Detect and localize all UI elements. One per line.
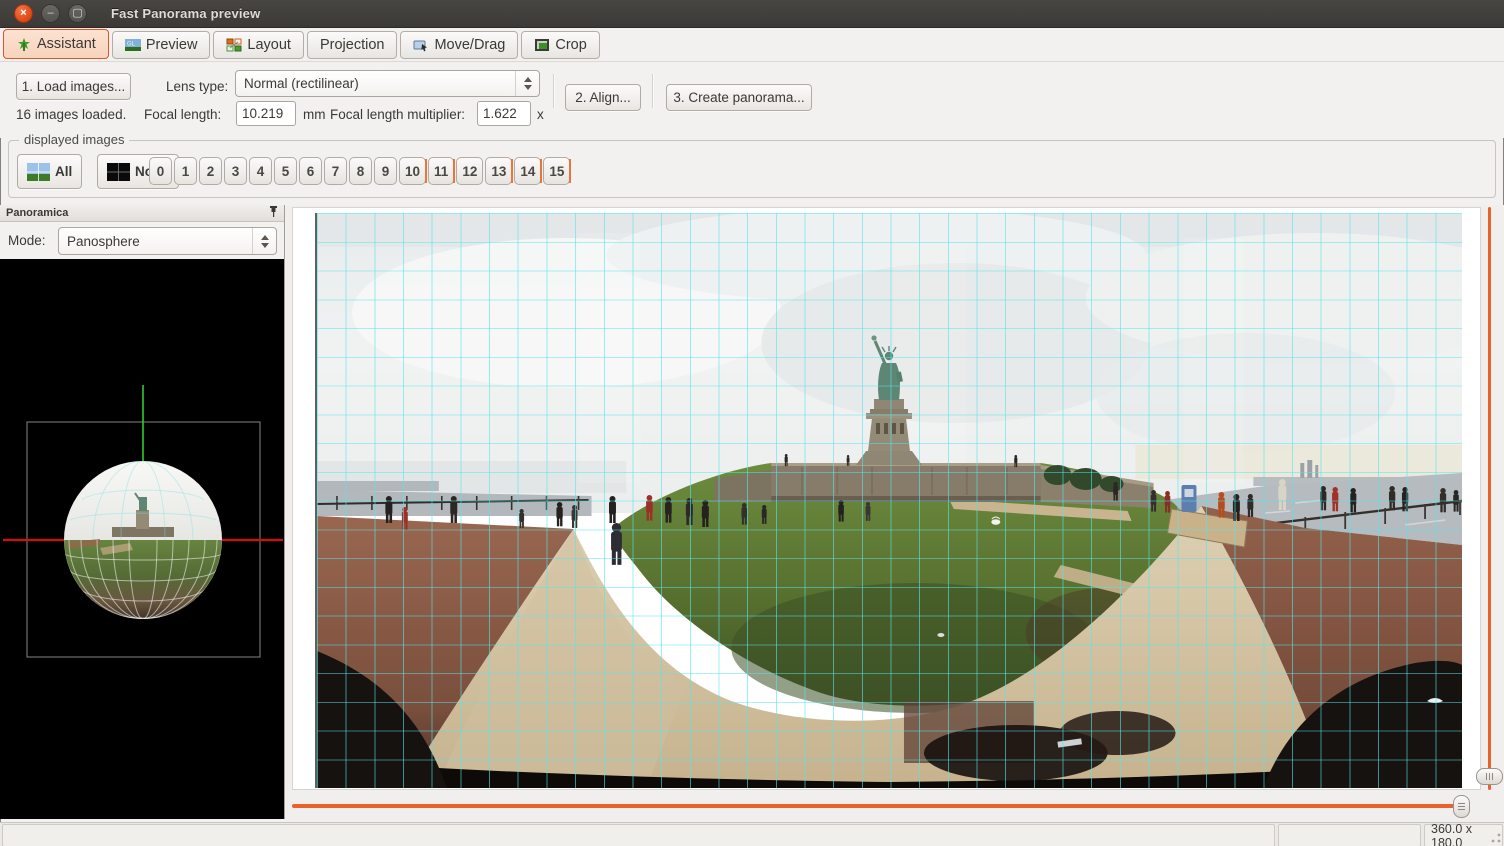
panorama-image[interactable]	[315, 213, 1462, 788]
tab-label: Layout	[247, 37, 291, 53]
crop-icon	[534, 38, 550, 52]
svg-text:GL: GL	[127, 42, 136, 48]
status-cell-middle	[1278, 824, 1421, 846]
image-toggle-11[interactable]: 11	[428, 157, 454, 185]
tab-label: Move/Drag	[434, 37, 505, 53]
toolbar-separator	[553, 74, 554, 108]
image-toggle-5[interactable]: 5	[274, 157, 297, 185]
status-bar: 360.0 x 180.0	[0, 822, 1504, 846]
assistant-icon	[16, 37, 32, 51]
displayed-images-group: displayed images All None 01234567891011…	[8, 140, 1496, 198]
mode-select[interactable]: Panosphere	[58, 227, 277, 255]
lens-type-value: Normal (rectilinear)	[244, 76, 359, 91]
image-toggle-2[interactable]: 2	[199, 157, 222, 185]
focal-length-input[interactable]	[236, 101, 296, 126]
tab-assistant[interactable]: Assistant	[3, 29, 109, 59]
tab-projection[interactable]: Projection	[307, 31, 397, 59]
vertical-fov-slider-handle[interactable]	[1476, 768, 1503, 785]
image-toggle-6[interactable]: 6	[299, 157, 322, 185]
image-toggle-10[interactable]: 10	[399, 157, 426, 185]
show-all-button[interactable]: All	[17, 154, 82, 189]
horizontal-fov-slider-handle[interactable]	[1453, 795, 1470, 818]
titlebar: × – ▢ Fast Panorama preview	[0, 0, 1504, 28]
tab-label: Preview	[146, 37, 198, 53]
panosphere-render	[0, 259, 284, 819]
horizontal-fov-slider-track[interactable]	[292, 804, 1460, 808]
image-toggle-15[interactable]: 15	[543, 157, 570, 185]
all-images-icon	[27, 163, 50, 181]
tab-label: Assistant	[37, 36, 96, 52]
lens-type-label: Lens type:	[166, 79, 228, 94]
preview-canvas[interactable]	[292, 207, 1481, 790]
spinner-arrows-icon[interactable]	[515, 71, 539, 96]
preview-area	[286, 205, 1504, 822]
image-toggle-12[interactable]: 12	[456, 157, 483, 185]
preview-grid-overlay	[317, 213, 1462, 788]
align-button[interactable]: 2. Align...	[565, 84, 641, 111]
panoramica-title: Panoramica	[6, 207, 269, 219]
preview-icon: GL	[125, 38, 141, 52]
status-cell-main	[2, 824, 1275, 846]
focal-multiplier-input[interactable]	[477, 101, 531, 126]
focal-multiplier-label: Focal length multiplier:	[330, 107, 465, 122]
focal-multiplier-unit: x	[537, 107, 544, 122]
move-drag-icon	[413, 38, 429, 52]
tab-bar: Assistant GL Preview Layout Projection M…	[0, 28, 1504, 62]
image-toggle-4[interactable]: 4	[249, 157, 272, 185]
minimize-button[interactable]: –	[41, 4, 60, 23]
panoramica-header: Panoramica	[0, 205, 284, 222]
tab-label: Crop	[555, 37, 586, 53]
resize-grip[interactable]	[1491, 833, 1501, 843]
image-toggle-3[interactable]: 3	[224, 157, 247, 185]
image-toggle-14[interactable]: 14	[514, 157, 541, 185]
image-toggle-buttons: 0123456789101112131415	[149, 157, 572, 185]
load-images-button[interactable]: 1. Load images...	[16, 73, 131, 100]
fast-panorama-preview-window: × – ▢ Fast Panorama preview Assistant GL…	[0, 0, 1504, 846]
lens-type-select[interactable]: Normal (rectilinear)	[235, 70, 540, 97]
tab-crop[interactable]: Crop	[521, 31, 599, 59]
image-toggle-9[interactable]: 9	[374, 157, 397, 185]
focal-length-label: Focal length:	[144, 107, 221, 122]
window-title: Fast Panorama preview	[111, 6, 260, 21]
image-toggle-13[interactable]: 13	[485, 157, 512, 185]
toolbar-separator	[652, 74, 653, 108]
panosphere-viewport[interactable]	[0, 259, 284, 819]
pin-icon[interactable]	[269, 204, 278, 222]
panoramica-pane: Panoramica Mode: Panosphere	[0, 205, 285, 819]
mode-row: Mode: Panosphere	[0, 222, 284, 259]
tab-label: Projection	[320, 37, 384, 53]
create-panorama-button[interactable]: 3. Create panorama...	[666, 84, 812, 111]
all-label: All	[55, 164, 72, 179]
tab-move-drag[interactable]: Move/Drag	[400, 31, 518, 59]
spinner-arrows-icon[interactable]	[252, 228, 276, 254]
mode-value: Panosphere	[67, 234, 140, 249]
vertical-fov-slider-track[interactable]	[1488, 207, 1491, 790]
image-toggle-7[interactable]: 7	[324, 157, 347, 185]
focal-length-unit: mm	[303, 107, 326, 122]
tab-preview[interactable]: GL Preview	[112, 31, 211, 59]
close-button[interactable]: ×	[14, 4, 33, 23]
image-toggle-8[interactable]: 8	[349, 157, 372, 185]
tab-layout[interactable]: Layout	[213, 31, 304, 59]
maximize-button[interactable]: ▢	[68, 4, 87, 23]
mode-label: Mode:	[8, 233, 46, 248]
no-images-icon	[107, 163, 130, 181]
assistant-toolbar: 1. Load images... Lens type: Normal (rec…	[0, 62, 1504, 138]
displayed-images-legend: displayed images	[19, 132, 129, 147]
image-toggle-0[interactable]: 0	[149, 157, 172, 185]
images-loaded-text: 16 images loaded.	[16, 107, 126, 122]
layout-icon	[226, 38, 242, 52]
image-toggle-1[interactable]: 1	[174, 157, 197, 185]
